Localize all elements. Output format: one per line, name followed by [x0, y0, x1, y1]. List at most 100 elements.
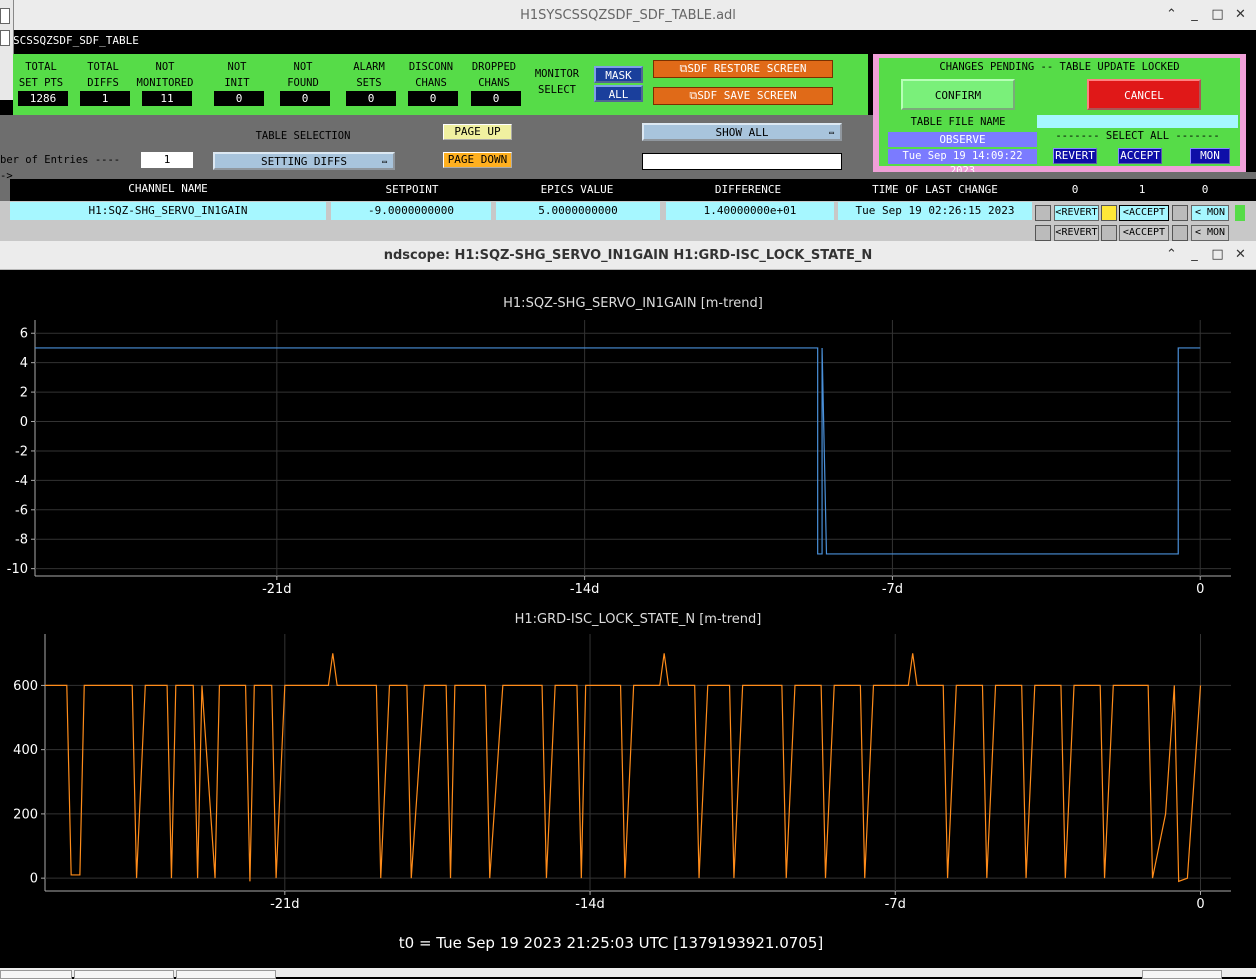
stat-value: 0 — [214, 91, 264, 106]
col-setpoint: SETPOINT — [385, 183, 439, 196]
plot2-y-tick-label: 0 — [30, 872, 38, 887]
row-status-indicator — [1235, 205, 1245, 221]
revert-button[interactable]: <REVERT — [1054, 205, 1099, 221]
plot1-y-tick-label: 6 — [20, 327, 28, 342]
plot1-y-tick-label: 2 — [20, 386, 28, 401]
revert-checkbox[interactable] — [1035, 225, 1051, 241]
plot2-y-tick-label: 600 — [13, 679, 38, 694]
changes-pending-title: CHANGES PENDING -- TABLE UPDATE LOCKED — [939, 61, 1180, 73]
stat-value: 1286 — [18, 91, 68, 106]
ndscope-titlebar[interactable]: ndscope: H1:SQZ-SHG_SERVO_IN1GAIN H1:GRD… — [0, 241, 1256, 270]
plot1-y-tick-label: -8 — [15, 533, 28, 548]
plot2-series-line — [45, 653, 1202, 883]
close-icon[interactable]: ✕ — [1229, 7, 1252, 22]
sdf-window-titlebar[interactable]: H1SYSCSSQZSDF_SDF_TABLE.adl ⌃ _ □ ✕ — [0, 0, 1256, 31]
sdf-restore-screen-button[interactable]: ⧉SDF RESTORE SCREEN — [653, 60, 833, 78]
minimize-icon[interactable]: ⌃ — [1160, 247, 1183, 262]
plot1-title: H1:SQZ-SHG_SERVO_IN1GAIN [m-trend] — [503, 296, 763, 311]
table-timestamp: Tue Sep 19 14:09:22 2023 — [888, 149, 1037, 177]
row-channel-name: H1:SQZ-SHG_SERVO_IN1GAIN — [10, 202, 326, 220]
sdf-save-screen-button[interactable]: ⧉SDF SAVE SCREEN — [653, 87, 833, 105]
row-bar — [10, 225, 1030, 241]
sdf-window-title: H1SYSCSSQZSDF_SDF_TABLE.adl — [520, 7, 736, 23]
side-widget-box[interactable] — [0, 8, 10, 24]
col-channel-name: CHANNEL NAME — [128, 182, 208, 195]
plot2-canvas[interactable]: 600 400 200 0 -21d -14d -7d 0 — [0, 630, 1256, 915]
stat-label: NOT INIT — [224, 61, 250, 89]
mon-checkbox[interactable] — [1172, 225, 1188, 241]
show-all-menu[interactable]: SHOW ALL ▭ — [642, 123, 842, 141]
taskbar-item[interactable] — [0, 970, 72, 979]
table-header-left-cell — [0, 179, 10, 201]
col-difference: DIFFERENCE — [714, 183, 782, 196]
minimize-icon[interactable]: _ — [1183, 7, 1206, 22]
col-accept-count: 1 — [1138, 183, 1146, 196]
row-epics-value: 5.0000000000 — [496, 202, 660, 220]
plot2-x-tick-label: 0 — [1196, 897, 1204, 912]
stat-value: 0 — [408, 91, 458, 106]
select-all-label: ------- SELECT ALL ------- — [1055, 130, 1220, 142]
stat-value: 11 — [142, 91, 192, 106]
close-icon[interactable]: ✕ — [1229, 247, 1252, 262]
plot1-y-tick-label: -10 — [7, 562, 28, 577]
table-selection-label: TABLE SELECTION — [255, 130, 351, 142]
mask-button[interactable]: MASK — [594, 66, 643, 83]
taskbar-item[interactable] — [74, 970, 174, 979]
plot1-y-tick-label: 0 — [20, 415, 28, 430]
minimize-icon[interactable]: _ — [1183, 247, 1206, 262]
col-revert-count: 0 — [1071, 183, 1079, 196]
accept-checkbox[interactable] — [1101, 205, 1117, 221]
accept-button[interactable]: <ACCEPT — [1119, 205, 1169, 221]
plot2-title: H1:GRD-ISC_LOCK_STATE_N [m-trend] — [514, 612, 762, 627]
table-selection-strip-right — [873, 172, 1256, 179]
taskbar-item[interactable] — [176, 970, 276, 979]
revert-all-button[interactable]: REVERT — [1053, 148, 1097, 164]
setting-diffs-menu[interactable]: SETTING DIFFS ▭ — [213, 152, 395, 170]
mon-checkbox[interactable] — [1172, 205, 1188, 221]
row-time-of-last-change: Tue Sep 19 02:26:15 2023 — [838, 202, 1032, 220]
stat-value: 0 — [280, 91, 330, 106]
col-mon-count: 0 — [1201, 183, 1209, 196]
plot1-canvas[interactable]: 6 4 2 0 -2 -4 -6 -8 -10 -21d -14d -7d 0 — [0, 316, 1256, 596]
t0-readout: t0 = Tue Sep 19 2023 21:25:03 UTC [13791… — [398, 934, 824, 952]
filter-input[interactable] — [642, 153, 842, 170]
mon-all-button[interactable]: MON — [1190, 148, 1230, 164]
stat-label: TOTAL DIFFS — [87, 61, 119, 89]
entries-input[interactable]: 1 — [141, 152, 193, 168]
taskbar-item[interactable] — [1142, 970, 1222, 979]
accept-checkbox[interactable] — [1101, 225, 1117, 241]
accept-all-button[interactable]: ACCEPT — [1118, 148, 1162, 164]
page-up-button[interactable]: PAGE UP — [443, 124, 512, 140]
revert-button[interactable]: <REVERT — [1054, 225, 1099, 241]
revert-checkbox[interactable] — [1035, 205, 1051, 221]
confirm-button[interactable]: CONFIRM — [901, 79, 1015, 110]
sdf-banner-label: SCSSQZSDF_SDF_TABLE — [13, 34, 139, 47]
maximize-icon[interactable]: □ — [1206, 7, 1229, 22]
row-difference: 1.40000000e+01 — [666, 202, 834, 220]
setting-diffs-label: SETTING DIFFS — [260, 155, 348, 168]
cancel-button[interactable]: CANCEL — [1087, 79, 1201, 110]
plot2-y-tick-label: 400 — [13, 743, 38, 758]
side-widget-box[interactable] — [0, 30, 10, 46]
mon-button[interactable]: < MON — [1191, 225, 1229, 241]
page-down-button[interactable]: PAGE DOWN — [443, 152, 512, 168]
plot1-x-tick-label: -7d — [882, 582, 903, 596]
minimize-icon[interactable]: ⌃ — [1160, 7, 1183, 22]
stat-label: NOT FOUND — [287, 61, 319, 89]
stat-label: TOTAL SET PTS — [18, 61, 64, 89]
all-button[interactable]: ALL — [594, 85, 643, 102]
plot1-x-tick-label: -14d — [570, 582, 600, 596]
plot1-y-tick-label: -4 — [15, 474, 28, 489]
monitor-select-label: MONITOR SELECT — [534, 68, 580, 96]
stat-label: NOT MONITORED — [136, 61, 194, 89]
accept-button[interactable]: <ACCEPT — [1119, 225, 1169, 241]
plot1-y-tick-label: -2 — [15, 444, 28, 459]
stat-label: DROPPED CHANS — [471, 61, 517, 89]
maximize-icon[interactable]: □ — [1206, 247, 1229, 262]
plot2-x-tick-label: -21d — [270, 897, 300, 912]
mon-button[interactable]: < MON — [1191, 205, 1229, 221]
plot2-x-tick-label: -14d — [575, 897, 605, 912]
stat-value: 1 — [80, 91, 130, 106]
col-time-of-last-change: TIME OF LAST CHANGE — [872, 183, 998, 196]
observe-indicator: OBSERVE — [888, 132, 1037, 147]
